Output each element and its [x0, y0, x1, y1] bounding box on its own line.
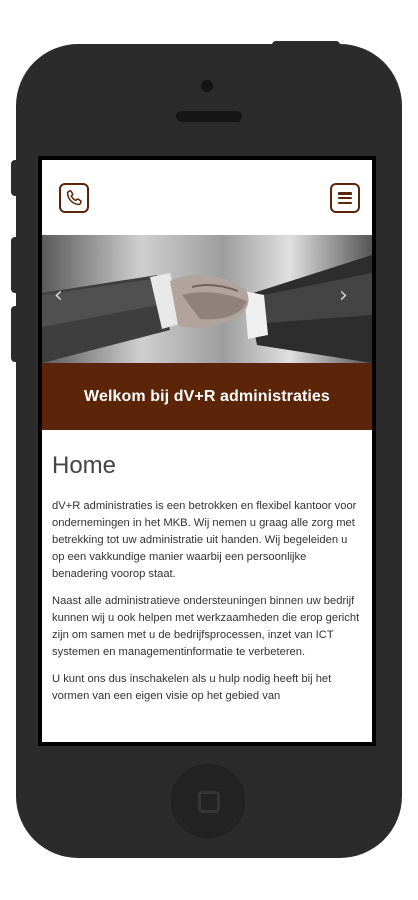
intro-paragraph: dV+R administraties is een betrokken en … [52, 500, 357, 580]
hero-slider: ‹ › [42, 235, 372, 363]
chevron-right-icon[interactable]: › [339, 285, 348, 307]
hamburger-menu-icon [338, 192, 352, 204]
site-header [42, 160, 372, 235]
banner-title: Welkom bij dV+R administraties [84, 387, 330, 405]
chevron-left-icon[interactable]: ‹ [54, 285, 63, 307]
page-title: Home [52, 452, 117, 479]
menu-button[interactable] [330, 183, 360, 213]
call-button[interactable] [59, 183, 89, 213]
home-button[interactable] [171, 764, 245, 838]
handshake-image [42, 235, 372, 363]
main-content: Home dV+R administraties is een betrokke… [42, 430, 372, 705]
phone-screen: ‹ › Welkom bij dV+R administraties Home … [38, 156, 376, 746]
services-paragraph: Naast alle administratieve ondersteuning… [52, 595, 360, 658]
home-square-icon [198, 791, 220, 813]
earpiece-speaker [176, 111, 242, 122]
contact-paragraph: U kunt ons dus inschakelen als u hulp no… [52, 673, 332, 702]
front-camera [201, 80, 213, 92]
phone-icon [66, 190, 82, 206]
website-viewport: ‹ › Welkom bij dV+R administraties Home … [42, 160, 372, 742]
welcome-banner: Welkom bij dV+R administraties [42, 363, 372, 430]
